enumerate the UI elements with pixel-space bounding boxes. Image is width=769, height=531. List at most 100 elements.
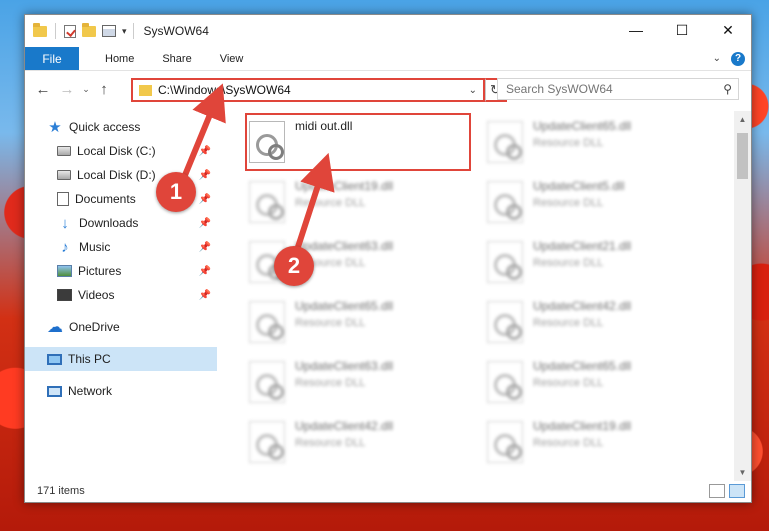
list-item[interactable]: UpdateClient65.dll Resource DLL xyxy=(483,115,703,171)
file-type: Resource DLL xyxy=(533,377,604,389)
window-title: SysWOW64 xyxy=(143,24,209,38)
sidebar-item-network[interactable]: Network xyxy=(25,379,217,403)
tab-file[interactable]: File xyxy=(25,47,79,70)
file-name: UpdateClient63.dll xyxy=(295,239,394,253)
file-type: Resource DLL xyxy=(533,437,604,449)
sidebar-item-pictures[interactable]: Pictures 📌 xyxy=(25,259,217,283)
file-name: UpdateClient63.dll xyxy=(295,359,394,373)
sidebar-item-label: This PC xyxy=(68,352,111,366)
details-view-icon[interactable] xyxy=(709,484,725,498)
list-item[interactable]: UpdateClient65.dll Resource DLL xyxy=(483,355,703,411)
list-item[interactable]: UpdateClient5.dll Resource DLL xyxy=(483,175,703,231)
folder-icon[interactable] xyxy=(33,22,47,37)
sidebar-item-downloads[interactable]: ↓ Downloads 📌 xyxy=(25,211,217,235)
list-item[interactable]: UpdateClient65.dll Resource DLL xyxy=(245,295,465,351)
chevron-down-icon[interactable]: ⌄ xyxy=(469,85,483,96)
properties-check-icon[interactable] xyxy=(64,24,76,38)
file-type: Resource DLL xyxy=(295,377,366,389)
item-count: 171 items xyxy=(37,485,85,497)
expand-ribbon-icon[interactable]: ⌄ xyxy=(713,53,721,64)
search-input[interactable] xyxy=(506,82,724,96)
dll-file-icon xyxy=(487,361,523,403)
step-1-badge: 1 xyxy=(156,172,196,212)
star-icon: ★ xyxy=(48,119,62,136)
pin-icon[interactable]: 📌 xyxy=(199,242,211,253)
search-field[interactable]: ⚲ xyxy=(497,78,739,100)
sidebar-item-local-disk-c[interactable]: Local Disk (C:) 📌 xyxy=(25,139,217,163)
cloud-icon: ☁ xyxy=(47,319,63,336)
help-icon[interactable]: ? xyxy=(731,51,745,66)
new-folder-icon[interactable] xyxy=(82,22,96,37)
search-icon[interactable]: ⚲ xyxy=(723,82,732,96)
tab-view[interactable]: View xyxy=(206,47,258,70)
pin-icon[interactable]: 📌 xyxy=(199,146,211,157)
list-item[interactable]: UpdateClient42.dll Resource DLL xyxy=(483,295,703,351)
pin-icon[interactable]: 📌 xyxy=(199,290,211,301)
customize-view-icon[interactable] xyxy=(102,25,116,37)
folder-icon xyxy=(139,84,152,96)
file-type: Resource DLL xyxy=(533,197,604,209)
minimize-button[interactable]: — xyxy=(613,15,659,45)
list-item[interactable]: UpdateClient19.dll Resource DLL xyxy=(483,415,703,471)
window-controls: — ☐ ✕ xyxy=(613,15,751,45)
pin-icon[interactable]: 📌 xyxy=(199,266,211,277)
sidebar-item-this-pc[interactable]: This PC xyxy=(25,347,217,371)
quick-access-toolbar: ▾ xyxy=(25,22,127,39)
file-type: Resource DLL xyxy=(533,137,604,149)
file-name: UpdateClient65.dll xyxy=(295,299,394,313)
sidebar-item-quick-access[interactable]: ★ Quick access xyxy=(25,115,217,139)
dll-file-icon xyxy=(249,301,285,343)
sidebar-item-videos[interactable]: Videos 📌 xyxy=(25,283,217,307)
file-name: UpdateClient42.dll xyxy=(533,299,632,313)
sidebar-item-label: Downloads xyxy=(79,216,139,230)
dll-file-icon xyxy=(249,421,285,463)
sidebar-item-label: Local Disk (C:) xyxy=(77,144,156,158)
title-bar: ▾ SysWOW64 — ☐ ✕ xyxy=(25,15,751,47)
ribbon-tabs: File Home Share View ⌄ ? xyxy=(25,47,751,71)
file-name: UpdateClient65.dll xyxy=(533,359,632,373)
sidebar-item-onedrive[interactable]: ☁ OneDrive xyxy=(25,315,217,339)
address-bar[interactable]: C:\Windows\SysWOW64 ⌄ xyxy=(131,78,485,102)
videos-icon xyxy=(57,289,72,301)
drive-icon xyxy=(57,146,71,156)
close-button[interactable]: ✕ xyxy=(705,15,751,45)
maximize-button[interactable]: ☐ xyxy=(659,15,705,45)
sidebar-item-label: Network xyxy=(68,384,113,398)
tab-home[interactable]: Home xyxy=(91,47,148,70)
list-item[interactable]: UpdateClient42.dll Resource DLL xyxy=(245,415,465,471)
large-icons-view-icon[interactable] xyxy=(729,484,745,498)
pin-icon[interactable]: 📌 xyxy=(199,194,211,205)
back-arrow-icon[interactable]: ← xyxy=(31,81,55,98)
sidebar-item-music[interactable]: ♪ Music 📌 xyxy=(25,235,217,259)
file-name: UpdateClient65.dll xyxy=(533,119,632,133)
scroll-up-icon[interactable]: ▲ xyxy=(734,111,751,128)
ribbon-right: ⌄ ? xyxy=(713,47,751,70)
dll-file-icon xyxy=(249,361,285,403)
network-icon xyxy=(47,385,62,397)
address-row: ← → ⌄ ↑ C:\Windows\SysWOW64 ⌄ ↻ ⚲ xyxy=(25,72,751,106)
file-type: Resource DLL xyxy=(295,197,366,209)
file-name: UpdateClient19.dll xyxy=(533,419,632,433)
scrollbar-thumb[interactable] xyxy=(737,133,748,179)
address-path[interactable]: C:\Windows\SysWOW64 xyxy=(158,83,469,97)
forward-arrow-icon[interactable]: → xyxy=(55,81,79,98)
computer-icon xyxy=(47,353,62,365)
list-item[interactable]: UpdateClient19.dll Resource DLL xyxy=(245,175,465,231)
list-item[interactable]: UpdateClient21.dll Resource DLL xyxy=(483,235,703,291)
pin-icon[interactable]: 📌 xyxy=(199,170,211,181)
list-item[interactable]: UpdateClient63.dll Resource DLL xyxy=(245,355,465,411)
vertical-scrollbar[interactable]: ▲ ▼ xyxy=(734,111,751,481)
pin-icon[interactable]: 📌 xyxy=(199,218,211,229)
tab-share[interactable]: Share xyxy=(148,47,205,70)
status-bar: 171 items xyxy=(25,480,751,502)
sidebar-item-label: Videos xyxy=(78,288,115,302)
file-name: UpdateClient21.dll xyxy=(533,239,632,253)
toolbar-separator xyxy=(55,23,56,39)
recent-locations-icon[interactable]: ⌄ xyxy=(79,84,93,95)
sidebar-item-label: Music xyxy=(79,240,111,254)
up-arrow-icon[interactable]: ↑ xyxy=(93,81,115,98)
scroll-down-icon[interactable]: ▼ xyxy=(734,464,751,481)
title-separator xyxy=(132,23,134,39)
chevron-down-icon[interactable]: ▾ xyxy=(122,26,127,37)
document-icon xyxy=(57,192,69,206)
